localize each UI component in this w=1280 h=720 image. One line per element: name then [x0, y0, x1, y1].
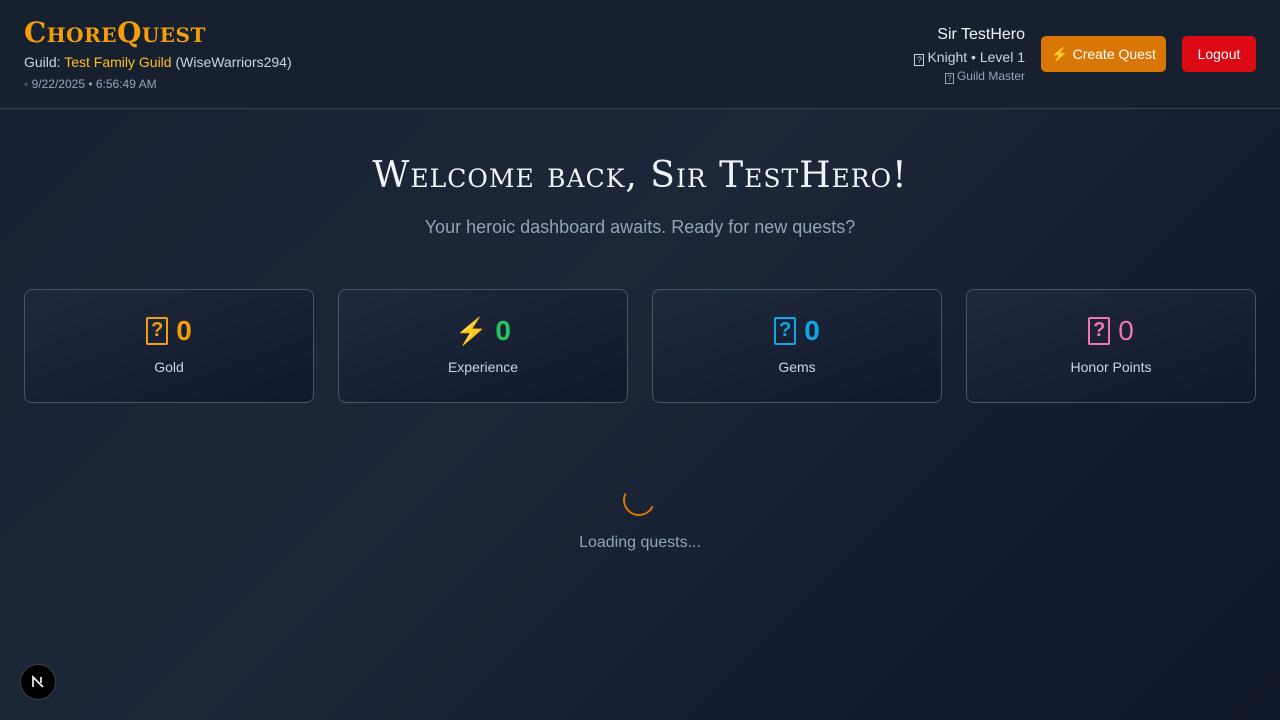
- app-header: ChoreQuest Guild: Test Family Guild (Wis…: [0, 0, 1280, 109]
- user-name: Sir TestHero: [937, 26, 1025, 43]
- create-quest-button[interactable]: ⚡ Create Quest: [1041, 36, 1166, 72]
- stat-card-experience: ⚡ 0 Experience: [338, 289, 628, 403]
- welcome-heading: Welcome back, Sir TestHero!: [372, 155, 908, 196]
- user-class-text: Knight • Level 1: [927, 49, 1025, 65]
- class-icon: ?: [914, 54, 925, 66]
- stat-label: Honor Points: [1070, 359, 1152, 375]
- clock-icon: ◦: [24, 77, 29, 91]
- lightning-icon: ⚡: [1051, 45, 1069, 62]
- loading-text: Loading quests...: [579, 534, 701, 551]
- stat-value-row: ⚡ 0: [339, 315, 627, 347]
- stat-card-gems: ? 0 Gems: [652, 289, 942, 403]
- app-logo[interactable]: ChoreQuest: [24, 16, 206, 49]
- welcome-subtitle: Your heroic dashboard awaits. Ready for …: [424, 217, 856, 237]
- stat-card-honor-points: ? 0 Honor Points: [966, 289, 1256, 403]
- loading-spinner: [618, 479, 660, 521]
- dev-tools-button[interactable]: [20, 664, 56, 700]
- gem-icon: ?: [774, 317, 797, 345]
- user-class-level: ? Knight • Level 1: [914, 49, 1025, 66]
- stat-value-row: ? 0: [653, 315, 941, 347]
- guild-code: (WiseWarriors294): [175, 54, 292, 70]
- create-quest-label: Create Quest: [1072, 46, 1156, 62]
- guild-info: Guild: Test Family Guild (WiseWarriors29…: [24, 54, 292, 70]
- honor-icon: ?: [1088, 317, 1111, 345]
- datetime-text: 9/22/2025 • 6:56:49 AM: [31, 77, 157, 91]
- stat-value-row: ? 0: [967, 315, 1255, 347]
- stat-value: 0: [176, 315, 192, 346]
- gold-icon: ?: [146, 317, 169, 345]
- logout-button[interactable]: Logout: [1182, 36, 1256, 72]
- stat-value: 0: [495, 315, 511, 346]
- role-icon: ?: [944, 73, 954, 84]
- user-role-text: Guild Master: [956, 69, 1025, 83]
- user-role: ? Guild Master: [914, 69, 1025, 84]
- stat-value: 0: [1118, 315, 1134, 346]
- user-info: Sir TestHero ? Knight • Level 1 ? Guild Ma…: [914, 26, 1025, 84]
- guild-name: Test Family Guild: [64, 54, 172, 70]
- next-logo-icon: [32, 675, 44, 688]
- lightning-icon: ⚡: [455, 315, 488, 346]
- stat-value: 0: [804, 315, 820, 346]
- stat-card-gold: ? 0 Gold: [24, 289, 314, 403]
- stat-label: Gems: [778, 359, 816, 375]
- guild-prefix: Guild:: [24, 54, 61, 70]
- datetime-display: ◦ 9/22/2025 • 6:56:49 AM: [24, 77, 157, 91]
- stat-value-row: ? 0: [25, 315, 313, 347]
- stat-label: Gold: [154, 359, 184, 375]
- stat-label: Experience: [447, 359, 519, 375]
